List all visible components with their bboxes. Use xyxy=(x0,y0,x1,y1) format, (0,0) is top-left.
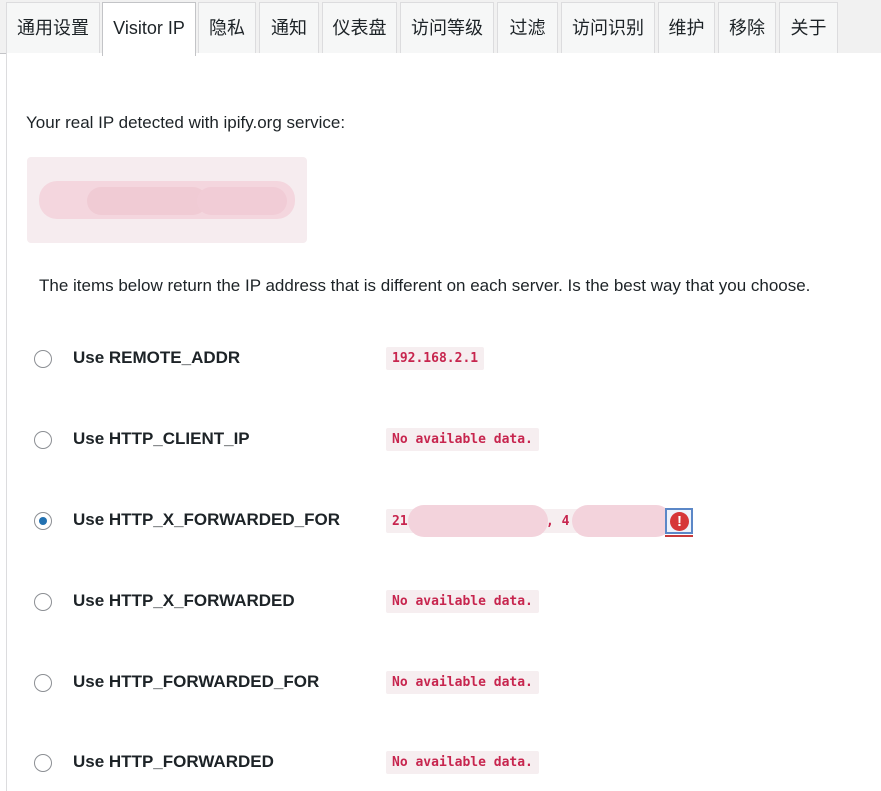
tab-remove[interactable]: 移除 xyxy=(718,2,776,54)
option-value: No available data. xyxy=(386,428,539,451)
warning-icon: ! xyxy=(670,512,689,531)
redacted-ip-mask xyxy=(572,505,672,537)
tab-filter[interactable]: 过滤 xyxy=(497,2,558,54)
ip-option-http-client-ip[interactable]: Use HTTP_CLIENT_IP No available data. xyxy=(34,428,874,454)
radio-http-client-ip[interactable] xyxy=(34,431,52,449)
ip-option-http-x-forwarded-for[interactable]: Use HTTP_X_FORWARDED_FOR 21 , 4 1 ! xyxy=(34,505,874,537)
redacted-ip-mask xyxy=(87,187,207,215)
forwarded-ip-part: 21 xyxy=(392,514,408,529)
ip-option-http-x-forwarded[interactable]: Use HTTP_X_FORWARDED No available data. xyxy=(34,590,874,616)
option-label: Use HTTP_CLIENT_IP xyxy=(73,429,250,448)
option-value: 21 , 4 1 xyxy=(386,505,690,537)
option-label: Use HTTP_FORWARDED xyxy=(73,752,274,771)
radio-remote-addr[interactable] xyxy=(34,350,52,368)
tab-maintenance[interactable]: 维护 xyxy=(658,2,715,54)
tab-visitor-ip[interactable]: Visitor IP xyxy=(102,2,196,56)
tab-access-level[interactable]: 访问等级 xyxy=(400,2,494,54)
option-value: No available data. xyxy=(386,671,539,694)
radio-http-x-forwarded-for[interactable] xyxy=(34,512,52,530)
tab-general-settings[interactable]: 通用设置 xyxy=(6,2,100,54)
tab-visit-recognition[interactable]: 访问识别 xyxy=(561,2,655,54)
option-label: Use REMOTE_ADDR xyxy=(73,348,241,367)
settings-tab-bar: 通用设置 Visitor IP 隐私 通知 仪表盘 访问等级 过滤 访问识别 维… xyxy=(0,0,881,56)
detected-ip-box xyxy=(27,157,307,243)
tab-privacy[interactable]: 隐私 xyxy=(198,2,256,54)
option-value: No available data. xyxy=(386,590,539,613)
option-label: Use HTTP_FORWARDED_FOR xyxy=(73,672,320,691)
radio-http-forwarded[interactable] xyxy=(34,754,52,772)
tab-about[interactable]: 关于 xyxy=(779,2,838,54)
warning-button[interactable]: ! xyxy=(665,508,693,537)
option-value: No available data. xyxy=(386,751,539,774)
radio-http-forwarded-for[interactable] xyxy=(34,674,52,692)
tab-notifications[interactable]: 通知 xyxy=(259,2,319,54)
option-label: Use HTTP_X_FORWARDED_FOR xyxy=(73,510,341,529)
forwarded-ip-separator: , 4 xyxy=(546,514,570,529)
ip-option-http-forwarded-for[interactable]: Use HTTP_FORWARDED_FOR No available data… xyxy=(34,671,874,697)
ip-option-remote-addr[interactable]: Use REMOTE_ADDR 192.168.2.1 xyxy=(34,347,874,373)
redacted-ip-mask xyxy=(197,187,287,215)
detected-ip-label: Your real IP detected with ipify.org ser… xyxy=(26,113,346,132)
ip-option-http-forwarded[interactable]: Use HTTP_FORWARDED No available data. xyxy=(34,751,874,777)
redacted-ip-mask xyxy=(408,505,548,537)
ip-method-intro: The items below return the IP address th… xyxy=(39,276,811,295)
radio-http-x-forwarded[interactable] xyxy=(34,593,52,611)
option-value: 192.168.2.1 xyxy=(386,347,485,370)
option-label: Use HTTP_X_FORWARDED xyxy=(73,591,295,610)
tab-dashboard[interactable]: 仪表盘 xyxy=(322,2,397,54)
